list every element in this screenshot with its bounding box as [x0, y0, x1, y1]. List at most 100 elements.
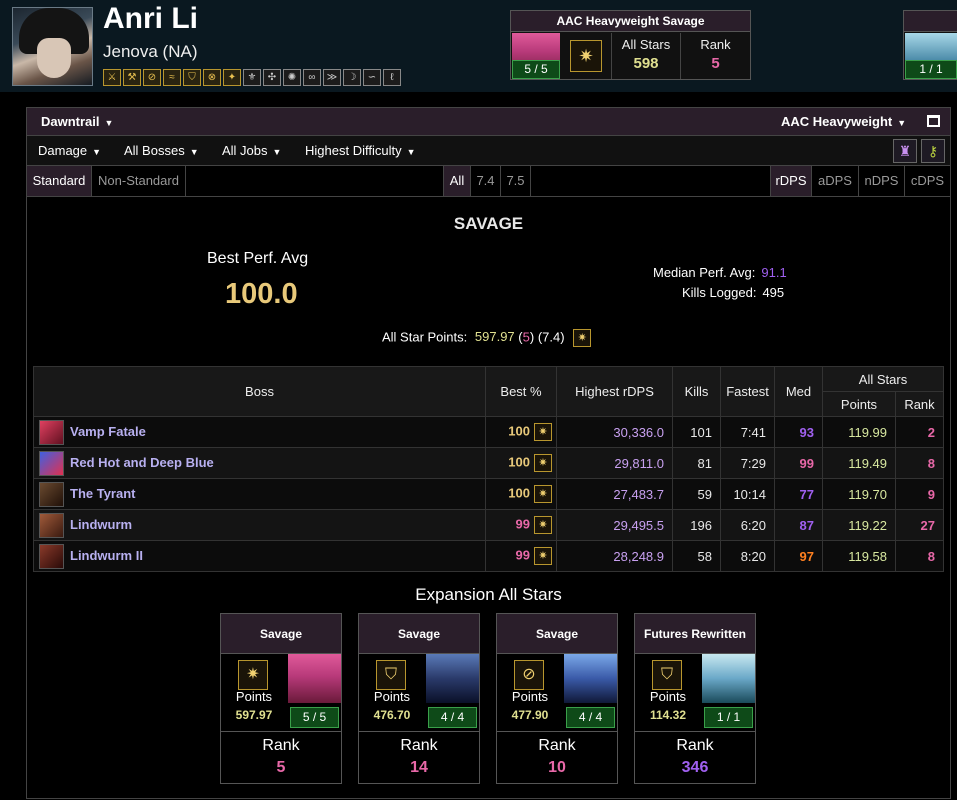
boss-name[interactable]: Red Hot and Deep Blue [70, 454, 214, 469]
best-cell: 100 ✷ [485, 447, 557, 479]
astrologian-icon[interactable]: ✦ [223, 69, 241, 86]
col-boss[interactable]: Boss [33, 366, 486, 417]
col-med[interactable]: Med [774, 366, 823, 417]
rank-value: 27 [895, 509, 944, 541]
kills-logged-value: 495 [762, 285, 785, 300]
all-stars-label: All Stars [621, 37, 671, 52]
samurai-icon[interactable]: ≫ [323, 69, 341, 86]
boss-cell[interactable]: The Tyrant [33, 478, 486, 510]
expansion-card[interactable]: Savage ⛉ Points 476.70 4 / 4 Rank 14 [358, 613, 480, 784]
party-icon[interactable]: ♜ [893, 139, 917, 163]
jobs-dropdown[interactable]: All Jobs ▼ [222, 143, 281, 158]
tab-non-standard[interactable]: Non-Standard [92, 166, 186, 196]
whitemage-icon[interactable]: ⛉ [183, 69, 201, 86]
col-rdps[interactable]: Highest rDPS [556, 366, 673, 417]
maximize-icon[interactable] [927, 115, 940, 127]
paladin-icon[interactable]: ⚔ [103, 69, 121, 86]
points-value: 476.70 [373, 708, 411, 722]
expansion-bar: Dawntrail ▼ AAC Heavyweight ▼ [27, 108, 950, 136]
ninja-icon[interactable]: ∞ [303, 69, 321, 86]
boss-cell[interactable]: Vamp Fatale [33, 416, 486, 448]
gunbreaker-icon[interactable]: ≈ [163, 69, 181, 86]
dark-knight-icon[interactable]: ⊘ [143, 69, 161, 86]
bard-icon[interactable]: ℓ [383, 69, 401, 86]
tab-patch-74[interactable]: 7.4 [471, 166, 501, 196]
key-icon[interactable]: ⚷ [921, 139, 945, 163]
tab-patch-75[interactable]: 7.5 [501, 166, 531, 196]
monk-icon[interactable]: ✣ [263, 69, 281, 86]
points-value: 119.99 [822, 416, 896, 448]
dragoon-icon[interactable]: ✺ [283, 69, 301, 86]
warrior-icon[interactable]: ⚒ [123, 69, 141, 86]
kills-value: 58 [672, 540, 721, 572]
rank-value: 5 [276, 759, 286, 776]
med-value: 93 [774, 416, 823, 448]
best-value: 99 [515, 516, 530, 532]
metric-dropdown[interactable]: Damage ▼ [38, 143, 101, 158]
tab-cdps[interactable]: cDPS [905, 166, 950, 196]
col-kills[interactable]: Kills [672, 366, 721, 417]
tab-standard[interactable]: Standard [27, 166, 92, 196]
boss-cell[interactable]: Lindwurm [33, 509, 486, 541]
col-best[interactable]: Best % [485, 366, 557, 417]
rank-label: Rank [221, 731, 341, 755]
all-stars-column: All Stars 598 [611, 33, 680, 79]
boss-portrait-icon [39, 419, 64, 445]
difficulty-dropdown[interactable]: Highest Difficulty ▼ [305, 143, 416, 158]
table-row[interactable]: Lindwurm II 99 ✷ 28,248.9 58 8:20 97 119.… [33, 540, 944, 572]
points-label: Points [373, 689, 411, 704]
tab-rdps[interactable]: rDPS [770, 166, 812, 196]
allstar-icon: ✷ [570, 40, 602, 72]
table-row[interactable]: Red Hot and Deep Blue 100 ✷ 29,811.0 81 7… [33, 447, 944, 479]
best-cell: 99 ✷ [485, 509, 557, 541]
boss-name[interactable]: Lindwurm [70, 516, 132, 531]
rdps-value: 29,811.0 [556, 447, 673, 479]
kills-count: 1 / 1 [704, 707, 753, 728]
fastest-value: 8:20 [720, 540, 775, 572]
header-card-ultimate[interactable]: 1 / 1 [903, 10, 957, 80]
points-value: 477.90 [511, 708, 549, 722]
allstar-icon: ✷ [534, 547, 552, 565]
header-allstars-card[interactable]: AAC Heavyweight Savage 5 / 5 ✷ All Stars… [510, 10, 751, 80]
boss-name[interactable]: Lindwurm II [70, 547, 143, 562]
viper-icon[interactable]: ∽ [363, 69, 381, 86]
tab-patch-all[interactable]: All [443, 166, 471, 196]
expansion-card[interactable]: Savage ⊘ Points 477.90 4 / 4 Rank 10 [496, 613, 618, 784]
zone-image [426, 654, 479, 703]
rank-value: 8 [895, 540, 944, 572]
reaper-icon[interactable]: ☽ [343, 69, 361, 86]
rank-value: 10 [548, 759, 566, 776]
col-fastest[interactable]: Fastest [720, 366, 775, 417]
zone-image [564, 654, 617, 703]
sage-icon[interactable]: ⚜ [243, 69, 261, 86]
boss-dropdown[interactable]: All Bosses ▼ [124, 143, 199, 158]
rank-value: 5 [711, 55, 720, 72]
tab-adps[interactable]: aDPS [812, 166, 859, 196]
expansion-card[interactable]: Savage ✷ Points 597.97 5 / 5 Rank 5 [220, 613, 342, 784]
expansion-card[interactable]: Futures Rewritten ⛉ Points 114.32 1 / 1 … [634, 613, 756, 784]
med-value: 87 [774, 509, 823, 541]
all-stars-value: 598 [633, 55, 659, 72]
expansion-dropdown[interactable]: Dawntrail ▼ [41, 114, 113, 129]
card-title: Savage [359, 614, 479, 654]
points-value: 119.22 [822, 509, 896, 541]
card-title: Savage [221, 614, 341, 654]
scholar-icon[interactable]: ⊗ [203, 69, 221, 86]
shield-icon: ⛉ [376, 660, 406, 690]
boss-name[interactable]: Vamp Fatale [70, 423, 146, 438]
all-star-points-row: All Star Points: 597.97 (5) (7.4) ✷ [382, 329, 592, 347]
boss-name[interactable]: The Tyrant [70, 485, 136, 500]
table-row[interactable]: Vamp Fatale 100 ✷ 30,336.0 101 7:41 93 11… [33, 416, 944, 448]
table-row[interactable]: The Tyrant 100 ✷ 27,483.7 59 10:14 77 119… [33, 478, 944, 510]
zone-dropdown[interactable]: AAC Heavyweight ▼ [781, 114, 906, 129]
rank-column: Rank 5 [680, 33, 750, 79]
tab-ndps[interactable]: nDPS [859, 166, 905, 196]
table-row[interactable]: Lindwurm 99 ✷ 29,495.5 196 6:20 87 119.22… [33, 509, 944, 541]
character-header: Anri Li Jenova (NA) ⚔ ⚒ ⊘ ≈ ⛉ ⊗ ✦ ⚜ ✣ ✺ … [0, 0, 957, 92]
median-perf-value: 91.1 [761, 265, 787, 280]
filter-bar: Damage ▼ All Bosses ▼ All Jobs ▼ Highest Di… [27, 136, 950, 166]
col-points[interactable]: Points [822, 391, 896, 417]
col-rank[interactable]: Rank [895, 391, 944, 417]
boss-cell[interactable]: Red Hot and Deep Blue [33, 447, 486, 479]
boss-cell[interactable]: Lindwurm II [33, 540, 486, 572]
